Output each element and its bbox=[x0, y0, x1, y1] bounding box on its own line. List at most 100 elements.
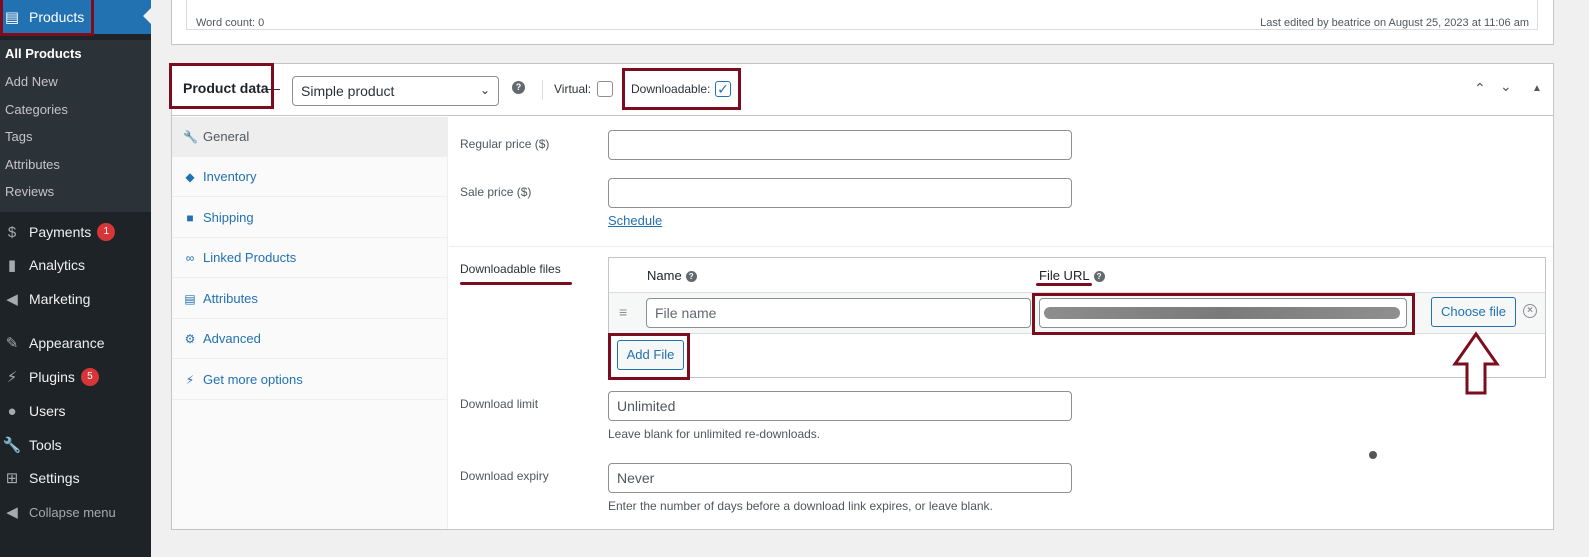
annotation-arrow-up-icon bbox=[1452, 331, 1500, 395]
wrench-icon: 🔧 bbox=[183, 129, 198, 144]
download-limit-placeholder: Unlimited bbox=[617, 398, 676, 414]
chevron-down-icon: ⌄ bbox=[479, 83, 490, 97]
name-help-icon[interactable]: ? bbox=[685, 271, 697, 283]
download-expiry-description: Enter the number of days before a downlo… bbox=[608, 499, 993, 513]
plug-icon: ⚡ bbox=[185, 372, 195, 387]
product-data-tabs: 🔧 General ◆ Inventory ■ Shipping ∞ Linke… bbox=[172, 117, 448, 529]
menu-payments-label: Payments bbox=[29, 224, 92, 240]
product-type-help-icon[interactable]: ? bbox=[512, 81, 525, 94]
tab-advanced[interactable]: ⚙ Advanced bbox=[172, 319, 448, 359]
menu-appearance-label: Appearance bbox=[29, 335, 105, 351]
payments-badge: 1 bbox=[97, 223, 116, 241]
tab-general[interactable]: 🔧 General bbox=[172, 117, 448, 157]
schedule-link[interactable]: Schedule bbox=[608, 213, 662, 228]
product-type-value: Simple product bbox=[301, 83, 395, 99]
link-icon: ∞ bbox=[185, 250, 195, 265]
menu-users-label: Users bbox=[29, 403, 66, 419]
submenu-reviews[interactable]: Reviews bbox=[5, 184, 54, 199]
tab-advanced-label: Advanced bbox=[203, 331, 261, 346]
price-divider bbox=[449, 246, 1553, 247]
download-expiry-input[interactable]: Never bbox=[608, 463, 1072, 493]
menu-marketing[interactable]: ◀ Marketing bbox=[0, 282, 151, 316]
tab-inventory[interactable]: ◆ Inventory bbox=[172, 157, 448, 197]
remove-file-icon[interactable]: × bbox=[1523, 304, 1537, 318]
menu-tools[interactable]: 🔧 Tools bbox=[0, 428, 151, 462]
file-url-help-icon[interactable]: ? bbox=[1093, 271, 1105, 283]
admin-sidebar: ▤ Products All Products Add New Categori… bbox=[0, 0, 151, 557]
analytics-icon: ▮ bbox=[7, 257, 17, 274]
file-name-input[interactable]: File name bbox=[646, 298, 1031, 328]
move-down-icon[interactable]: ⌄ bbox=[1500, 78, 1512, 95]
menu-settings[interactable]: ⊞ Settings bbox=[0, 461, 151, 495]
regular-price-input[interactable] bbox=[608, 130, 1072, 160]
name-column-header: Name? bbox=[647, 268, 697, 283]
sale-price-input[interactable] bbox=[608, 178, 1072, 208]
tab-get-more-options-label: Get more options bbox=[203, 372, 303, 387]
virtual-label: Virtual: bbox=[554, 82, 592, 96]
list-icon: ▤ bbox=[184, 291, 196, 306]
annotation-add-file bbox=[608, 333, 690, 380]
annotation-underline-file-url bbox=[1036, 283, 1092, 286]
word-count: Word count: 0 bbox=[196, 17, 265, 29]
menu-appearance[interactable]: ✎ Appearance bbox=[0, 326, 151, 360]
product-type-select[interactable]: Simple product ⌄ bbox=[292, 76, 499, 106]
tab-shipping[interactable]: ■ Shipping bbox=[172, 198, 448, 238]
submenu-add-new[interactable]: Add New bbox=[5, 74, 58, 89]
menu-collapse[interactable]: ◀ Collapse menu bbox=[0, 495, 151, 529]
submenu-categories[interactable]: Categories bbox=[5, 102, 68, 117]
tab-attributes[interactable]: ▤ Attributes bbox=[172, 279, 448, 319]
products-submenu: All Products Add New Categories Tags Att… bbox=[0, 40, 151, 212]
editor-box: Word count: 0 Last edited by beatrice on… bbox=[171, 0, 1554, 45]
download-limit-label: Download limit bbox=[460, 397, 539, 411]
last-edited: Last edited by beatrice on August 25, 20… bbox=[1260, 17, 1529, 29]
plugins-icon: ⚡ bbox=[6, 369, 18, 386]
annotation-file-url bbox=[1032, 293, 1415, 335]
header-separator bbox=[542, 80, 543, 100]
download-expiry-placeholder: Never bbox=[617, 470, 655, 486]
plugins-badge: 5 bbox=[80, 368, 99, 386]
toggle-panel-icon[interactable]: ▲ bbox=[1532, 83, 1542, 94]
product-data-header: Product data — Simple product ⌄ ? Virtua… bbox=[172, 64, 1553, 116]
tab-shipping-label: Shipping bbox=[203, 210, 254, 225]
file-url-column-header-label: File URL bbox=[1039, 268, 1090, 283]
virtual-checkbox[interactable] bbox=[597, 81, 613, 97]
drag-handle-icon[interactable]: ≡ bbox=[619, 304, 627, 320]
menu-collapse-label: Collapse menu bbox=[29, 504, 116, 520]
marketing-icon: ◀ bbox=[6, 291, 18, 308]
file-url-column-header: File URL? bbox=[1039, 268, 1105, 283]
tab-attributes-label: Attributes bbox=[203, 291, 258, 306]
name-column-header-label: Name bbox=[647, 268, 682, 283]
menu-analytics[interactable]: ▮ Analytics bbox=[0, 248, 151, 282]
menu-analytics-label: Analytics bbox=[29, 257, 86, 273]
tab-linked-products-label: Linked Products bbox=[203, 250, 297, 265]
payments-icon: $ bbox=[7, 223, 17, 241]
move-up-icon[interactable]: ⌃ bbox=[1474, 80, 1486, 97]
settings-icon: ⊞ bbox=[5, 470, 19, 487]
tab-linked-products[interactable]: ∞ Linked Products bbox=[172, 238, 448, 278]
submenu-attributes[interactable]: Attributes bbox=[5, 157, 60, 172]
sale-price-label: Sale price ($) bbox=[460, 185, 532, 199]
downloadable-files-header: Name? File URL? bbox=[609, 258, 1545, 293]
download-limit-input[interactable]: Unlimited bbox=[608, 391, 1072, 421]
menu-settings-label: Settings bbox=[29, 470, 80, 486]
collapse-icon: ◀ bbox=[6, 504, 18, 521]
choose-file-button[interactable]: Choose file bbox=[1431, 297, 1516, 327]
truck-icon: ■ bbox=[186, 210, 194, 225]
tab-inventory-label: Inventory bbox=[203, 169, 257, 184]
submenu-tags[interactable]: Tags bbox=[5, 129, 32, 144]
current-menu-arrow bbox=[143, 8, 151, 24]
menu-payments[interactable]: $ Payments 1 bbox=[0, 215, 151, 249]
submenu-all-products[interactable]: All Products bbox=[5, 46, 82, 61]
menu-users[interactable]: ● Users bbox=[0, 394, 151, 428]
users-icon: ● bbox=[7, 402, 17, 420]
annotation-products bbox=[0, 0, 94, 36]
file-name-placeholder: File name bbox=[655, 305, 717, 321]
menu-plugins[interactable]: ⚡ Plugins 5 bbox=[0, 360, 151, 394]
tab-get-more-options[interactable]: ⚡ Get more options bbox=[172, 360, 448, 400]
regular-price-label: Regular price ($) bbox=[460, 137, 550, 151]
tag-icon: ◆ bbox=[185, 169, 195, 184]
download-limit-description: Leave blank for unlimited re-downloads. bbox=[608, 427, 821, 441]
tab-general-label: General bbox=[203, 129, 250, 144]
gear-icon: ⚙ bbox=[184, 331, 196, 346]
annotation-product-data bbox=[169, 63, 274, 109]
